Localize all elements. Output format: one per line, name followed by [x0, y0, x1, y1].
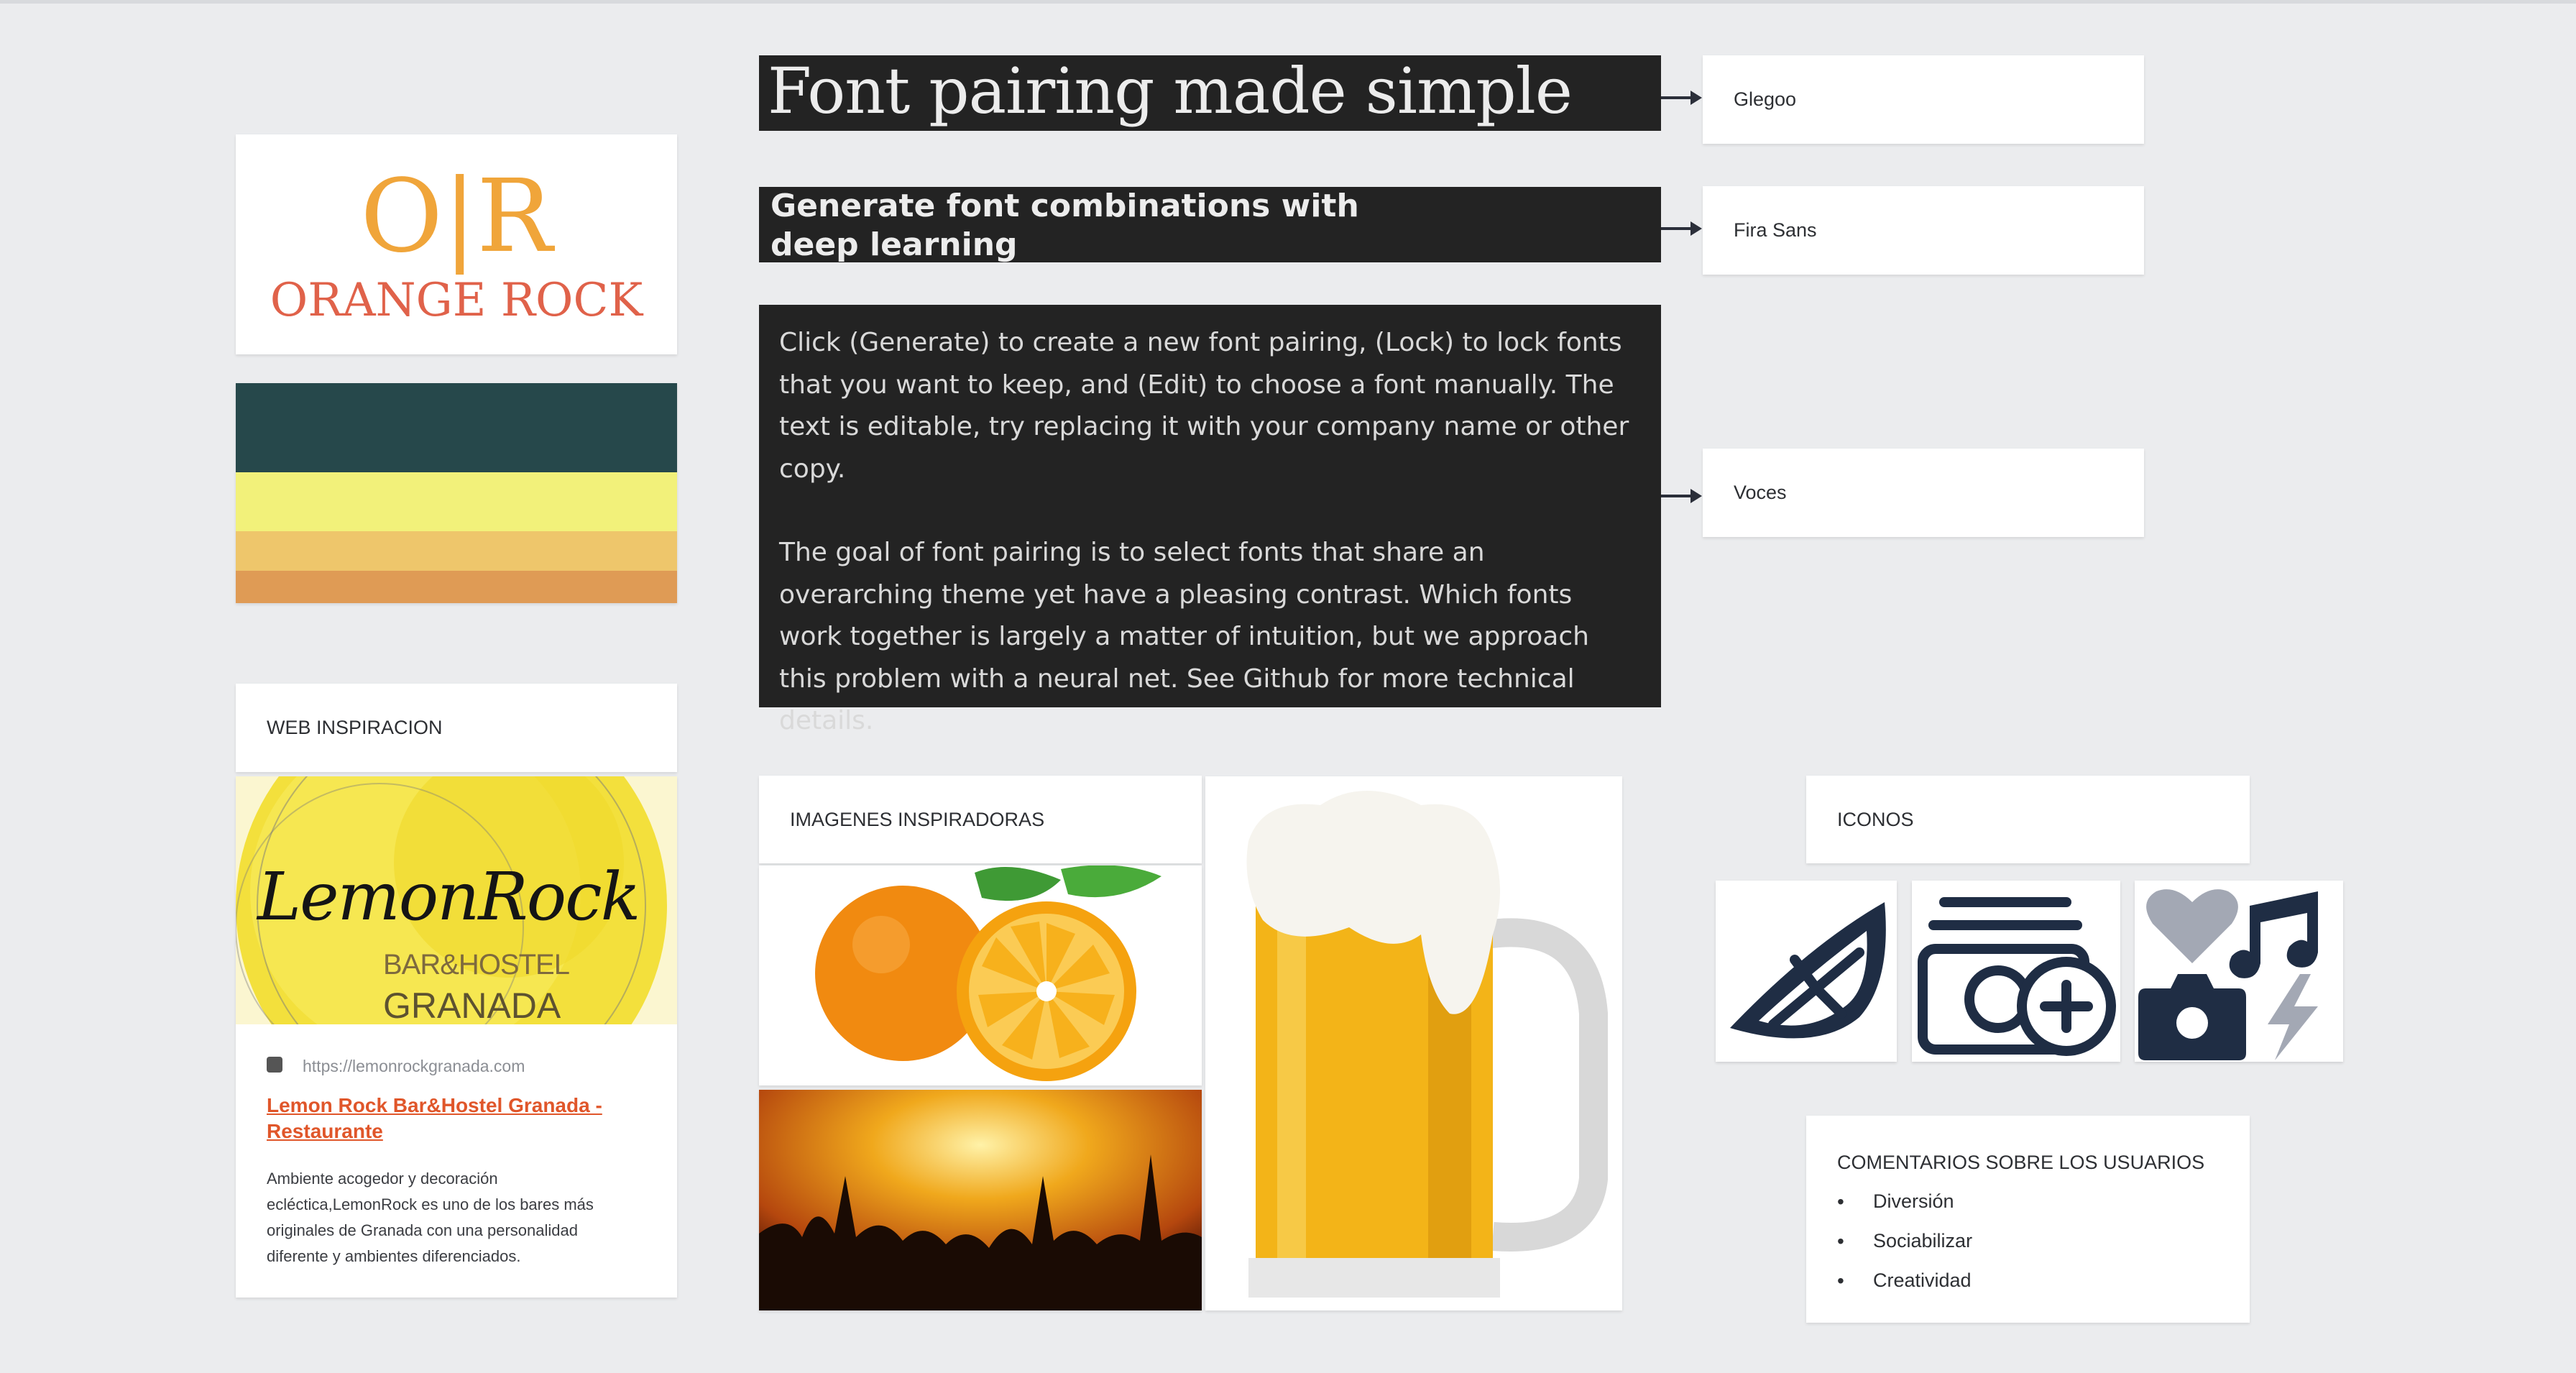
images-header[interactable]: IMAGENES INSPIRADORAS: [759, 776, 1202, 863]
subheading-sample[interactable]: Generate font combinations with deep lea…: [759, 187, 1661, 262]
comments-card[interactable]: COMENTARIOS SOBRE LOS USUARIOS Diversión…: [1806, 1116, 2250, 1323]
logo-card[interactable]: O|R ORANGE ROCK: [236, 134, 677, 354]
web-inspiration-header[interactable]: WEB INSPIRACION: [236, 684, 677, 772]
lemonrock-bar-hostel-text: BAR&HOSTEL: [383, 949, 570, 981]
palette-swatch-yellow[interactable]: [236, 472, 677, 531]
icons-title: ICONOS: [1837, 809, 1914, 830]
site-favicon: [267, 1057, 282, 1073]
site-url[interactable]: https://lemonrockgranada.com: [303, 1057, 525, 1076]
palette-swatch-dark-teal[interactable]: [236, 383, 677, 472]
heart-music-camera-bolt-icon-tile[interactable]: [2135, 881, 2343, 1062]
site-link[interactable]: Lemon Rock Bar&Hostel Granada - Restaura…: [267, 1093, 604, 1144]
heading-font-label: Glegoo: [1734, 88, 1797, 110]
top-divider: [0, 0, 2576, 4]
lemonrock-granada-text: GRANADA: [383, 986, 561, 1024]
orange-slice-icon-tile[interactable]: [1716, 881, 1897, 1062]
body-paragraph-1[interactable]: Click (Generate) to create a new font pa…: [779, 322, 1641, 490]
orange-photo-graphic: [759, 865, 1202, 1085]
heading-text[interactable]: Font pairing made simple: [768, 55, 1652, 127]
web-inspiration-preview[interactable]: LemonRock BAR&HOSTEL GRANADA https://lem…: [236, 776, 677, 1298]
site-description: Ambiente acogedor y decoración ecléctica…: [267, 1170, 594, 1265]
logo-monogram: O|R: [360, 158, 553, 275]
film-add-icon: [1918, 897, 2116, 1056]
list-item: Creatividad: [1837, 1261, 1972, 1300]
subheading-text[interactable]: Generate font combinations with deep lea…: [770, 187, 1389, 262]
arrow-subheading-to-font: [1661, 221, 1702, 236]
heart-music-camera-bolt-icon: [2138, 889, 2318, 1060]
palette-swatch-gold[interactable]: [236, 531, 677, 571]
palette-swatch-orange[interactable]: [236, 571, 677, 603]
images-title: IMAGENES INSPIRADORAS: [790, 809, 1045, 830]
film-add-icon-tile[interactable]: [1912, 881, 2120, 1062]
orange-photo[interactable]: [759, 865, 1202, 1085]
beer-mug-graphic: [1205, 776, 1622, 1310]
arrow-heading-to-font: [1661, 91, 1702, 105]
logo-name: ORANGE ROCK: [270, 274, 643, 327]
body-paragraph-2[interactable]: The goal of font pairing is to select fo…: [779, 532, 1641, 743]
subheading-font-label: Fira Sans: [1734, 219, 1817, 241]
icons-header[interactable]: ICONOS: [1806, 776, 2250, 863]
arrow-body-to-font: [1661, 489, 1702, 503]
concert-photo[interactable]: [759, 1090, 1202, 1310]
body-sample[interactable]: Click (Generate) to create a new font pa…: [759, 305, 1661, 735]
subheading-font-card[interactable]: Fira Sans: [1703, 186, 2144, 275]
beer-mug-photo[interactable]: [1205, 776, 1622, 1310]
body-font-label: Voces: [1734, 482, 1787, 503]
lemonrock-script-text: LemonRock: [257, 858, 640, 935]
heading-sample[interactable]: Font pairing made simple: [759, 55, 1661, 131]
orange-slice-icon: [1730, 902, 1886, 1039]
web-inspiration-title: WEB INSPIRACION: [267, 717, 443, 738]
color-palette[interactable]: [236, 383, 677, 603]
comments-title: COMENTARIOS SOBRE LOS USUARIOS: [1837, 1152, 2205, 1173]
concert-photo-graphic: [759, 1090, 1202, 1310]
comments-list: Diversión Sociabilizar Creatividad: [1837, 1182, 1972, 1300]
list-item: Diversión: [1837, 1182, 1972, 1221]
heading-font-card[interactable]: Glegoo: [1703, 55, 2144, 144]
list-item: Sociabilizar: [1837, 1221, 1972, 1261]
body-font-card[interactable]: Voces: [1703, 449, 2144, 537]
lemonrock-image[interactable]: LemonRock BAR&HOSTEL GRANADA: [236, 776, 677, 1024]
